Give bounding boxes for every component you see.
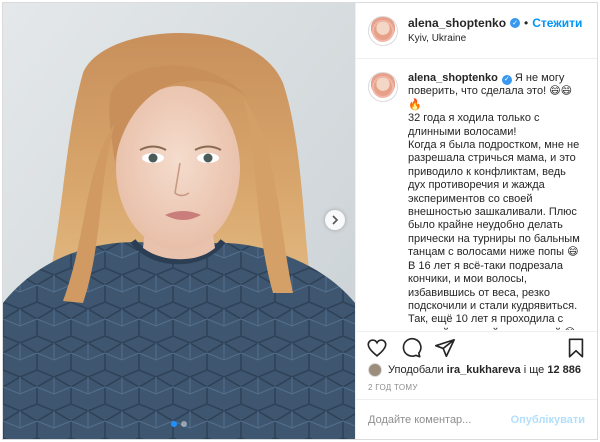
bookmark-icon[interactable] (565, 337, 587, 359)
portrait-image (3, 3, 355, 439)
likes-line: Уподобали ira_kukhareva і ще 12 886 (368, 363, 587, 377)
comment-icon[interactable] (400, 337, 422, 359)
author-username[interactable]: alena_shoptenko (408, 16, 506, 31)
caption-text: Я не могу поверить, что сделала это! 😄😄🔥… (408, 72, 580, 330)
carousel-next-button[interactable] (325, 210, 345, 230)
post-side-panel: alena_shoptenko ✓ • Стежити Kyiv, Ukrain… (355, 3, 597, 439)
post-photo[interactable] (3, 3, 355, 439)
post-location[interactable]: Kyiv, Ukraine (408, 31, 582, 46)
likes-count[interactable]: 12 886 (547, 364, 581, 376)
follow-button[interactable]: Стежити (532, 16, 582, 31)
carousel-indicator (3, 421, 355, 427)
caption-username[interactable]: alena_shoptenko (408, 72, 498, 84)
carousel-dot-active (171, 421, 177, 427)
publish-button[interactable]: Опублікувати (511, 414, 585, 426)
likes-conjunction: і ще (523, 364, 545, 376)
instagram-post: alena_shoptenko ✓ • Стежити Kyiv, Ukrain… (2, 2, 598, 440)
comment-input[interactable] (368, 413, 511, 426)
liker-username[interactable]: ira_kukhareva (447, 364, 521, 376)
carousel-dot (181, 421, 187, 427)
post-caption: alena_shoptenko ✓ Я не могу поверить, что… (408, 72, 585, 330)
caption-section: alena_shoptenko ✓ Я не могу поверить, что… (356, 60, 597, 330)
chevron-right-icon (332, 215, 339, 225)
comment-form: Опублікувати (356, 399, 597, 439)
liker-avatar (368, 363, 382, 377)
header-separator: • (524, 15, 529, 30)
post-header: alena_shoptenko ✓ • Стежити Kyiv, Ukrain… (356, 3, 597, 59)
verified-icon: ✓ (501, 74, 512, 85)
post-actions (356, 331, 597, 363)
author-avatar[interactable] (368, 15, 398, 46)
caption-author-avatar[interactable] (368, 72, 398, 102)
verified-icon: ✓ (510, 18, 521, 28)
heart-icon[interactable] (366, 337, 388, 359)
post-timestamp[interactable]: 2 год тому (368, 383, 418, 392)
likes-prefix: Уподобали (388, 364, 444, 376)
share-icon[interactable] (434, 337, 456, 359)
